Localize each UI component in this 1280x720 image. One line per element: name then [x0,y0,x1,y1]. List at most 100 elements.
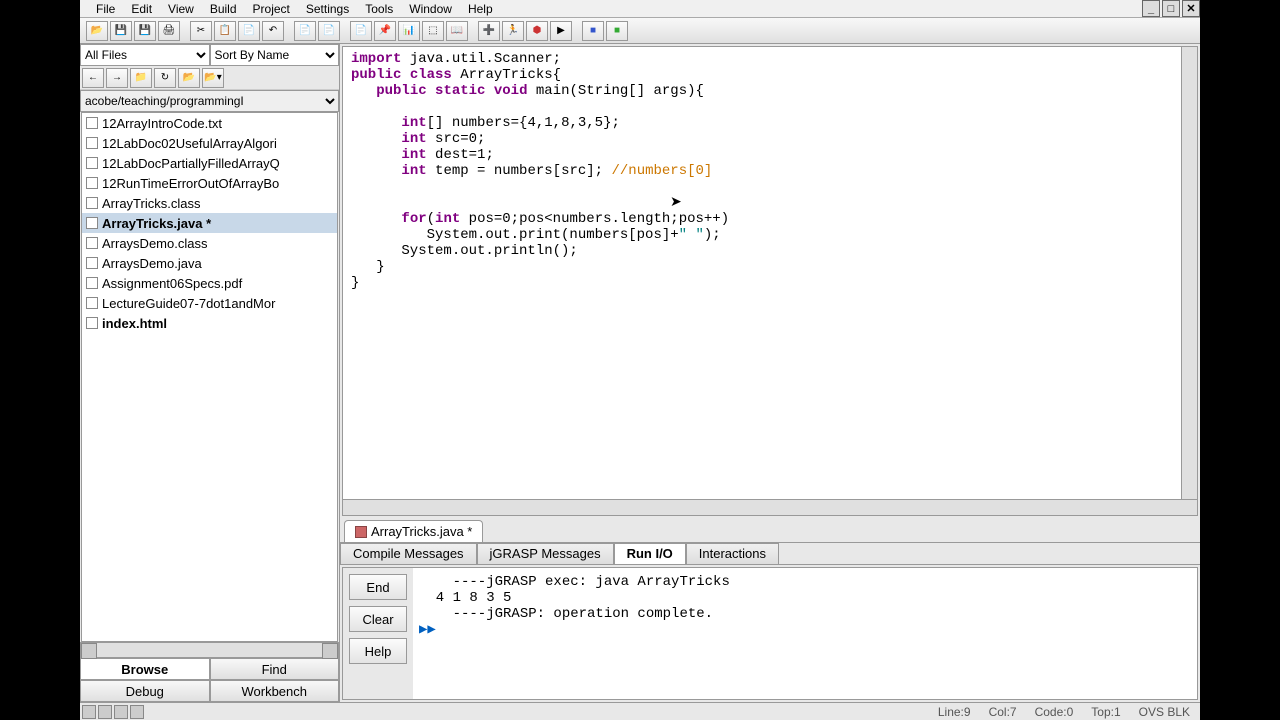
toolbar: 📂💾💾🖨✂📋📄↶📄📄📄📌📊⬚📖➕🏃⬢▶■■ [80,18,1200,44]
file-item[interactable]: ArrayTricks.class [82,193,337,213]
status-icon [98,705,112,719]
file-name: 12RunTimeErrorOutOfArrayBo [102,176,279,191]
menu-window[interactable]: Window [401,2,460,16]
menu-file[interactable]: File [88,2,123,16]
editor-hscroll[interactable] [343,499,1197,515]
save-button[interactable]: 💾 [110,21,132,41]
close-button[interactable]: ✕ [1182,0,1200,17]
console-output[interactable]: ----jGRASP exec: java ArrayTricks 4 1 8 … [413,568,1197,699]
menu-settings[interactable]: Settings [298,2,357,16]
menu-view[interactable]: View [160,2,202,16]
uml-button[interactable]: ⬚ [422,21,444,41]
undo-button[interactable]: ↶ [262,21,284,41]
file-item[interactable]: index.html [82,313,337,333]
editor-vscroll[interactable] [1181,47,1197,499]
code-editor[interactable]: import java.util.Scanner;public class Ar… [343,47,1197,499]
pin-button[interactable]: 📌 [374,21,396,41]
file-icon [86,237,98,249]
doc-button[interactable]: 📄 [350,21,372,41]
file-name: ArrayTricks.class [102,196,200,211]
file-icon [86,197,98,209]
file-tab-label: ArrayTricks.java * [371,524,472,539]
file-item[interactable]: 12RunTimeErrorOutOfArrayBo [82,173,337,193]
file-item[interactable]: Assignment06Specs.pdf [82,273,337,293]
newproj-button[interactable]: 📄 [318,21,340,41]
run-button[interactable]: 🏃 [502,21,524,41]
file-icon [86,297,98,309]
file-item[interactable]: 12ArrayIntroCode.txt [82,113,337,133]
maximize-button[interactable]: □ [1162,0,1180,17]
file-name: LectureGuide07-7dot1andMor [102,296,275,311]
open-button[interactable]: 📂 [86,21,108,41]
clear-button[interactable]: Clear [349,606,407,632]
copy-button[interactable]: 📋 [214,21,236,41]
file-item[interactable]: ArraysDemo.class [82,233,337,253]
file-name: Assignment06Specs.pdf [102,276,242,291]
new-button[interactable]: 📄 [294,21,316,41]
paste-button[interactable]: 📄 [238,21,260,41]
menu-build[interactable]: Build [202,2,245,16]
file-icon [86,217,98,229]
chart-button[interactable]: 📊 [398,21,420,41]
refresh-button[interactable]: ↻ [154,68,176,88]
saveall-button[interactable]: 💾 [134,21,156,41]
file-icon [86,117,98,129]
file-icon [86,277,98,289]
java-file-icon [355,526,367,538]
sort-select[interactable]: Sort By Name [210,44,340,66]
console-tab-run-i-o[interactable]: Run I/O [614,543,686,564]
file-item[interactable]: ArraysDemo.java [82,253,337,273]
sidebar-tab-debug[interactable]: Debug [80,680,210,702]
file-item[interactable]: 12LabDoc02UsefulArrayAlgori [82,133,337,153]
file-name: ArrayTricks.java * [102,216,211,231]
folder-dd-button[interactable]: 📂▾ [202,68,224,88]
file-list: 12ArrayIntroCode.txt 12LabDoc02UsefulArra… [81,112,338,642]
console-tab-interactions[interactable]: Interactions [686,543,779,564]
menu-help[interactable]: Help [460,2,501,16]
file-icon [86,157,98,169]
path-select[interactable]: acobe/teaching/programmingI [80,90,339,112]
status-code: Code:0 [1035,705,1074,719]
file-name: index.html [102,316,167,331]
sq-green-button[interactable]: ■ [606,21,628,41]
file-name: 12LabDocPartiallyFilledArrayQ [102,156,280,171]
sidebar-hscroll[interactable] [80,642,339,658]
file-tab[interactable]: ArrayTricks.java * [344,520,483,542]
sq-blue-button[interactable]: ■ [582,21,604,41]
file-icon [86,177,98,189]
print-button[interactable]: 🖨 [158,21,180,41]
file-item[interactable]: LectureGuide07-7dot1andMor [82,293,337,313]
debug-button[interactable]: ▶ [550,21,572,41]
menubar: FileEditViewBuildProjectSettingsToolsWin… [80,0,1200,18]
file-icon [86,137,98,149]
nav-up-button[interactable]: 📁 [130,68,152,88]
plus-button[interactable]: ➕ [478,21,500,41]
cut-button[interactable]: ✂ [190,21,212,41]
minimize-button[interactable]: _ [1142,0,1160,17]
file-name: 12ArrayIntroCode.txt [102,116,222,131]
console-tab-compile-messages[interactable]: Compile Messages [340,543,477,564]
nav-fwd-button[interactable]: → [106,68,128,88]
folder-button[interactable]: 📂 [178,68,200,88]
end-button[interactable]: End [349,574,407,600]
menu-edit[interactable]: Edit [123,2,160,16]
sidebar-tab-browse[interactable]: Browse [80,658,210,680]
status-line: Line:9 [938,705,971,719]
file-icon [86,257,98,269]
status-icon [82,705,96,719]
file-item[interactable]: ArrayTricks.java * [82,213,337,233]
sidebar-tab-find[interactable]: Find [210,658,340,680]
console-tab-jgrasp-messages[interactable]: jGRASP Messages [477,543,614,564]
status-top: Top:1 [1091,705,1120,719]
menu-project[interactable]: Project [245,2,298,16]
status-col: Col:7 [989,705,1017,719]
book-button[interactable]: 📖 [446,21,468,41]
nav-back-button[interactable]: ← [82,68,104,88]
file-item[interactable]: 12LabDocPartiallyFilledArrayQ [82,153,337,173]
stop-button[interactable]: ⬢ [526,21,548,41]
file-filter-select[interactable]: All Files [80,44,210,66]
help-button[interactable]: Help [349,638,407,664]
menu-tools[interactable]: Tools [357,2,401,16]
sidebar-tab-workbench[interactable]: Workbench [210,680,340,702]
file-icon [86,317,98,329]
